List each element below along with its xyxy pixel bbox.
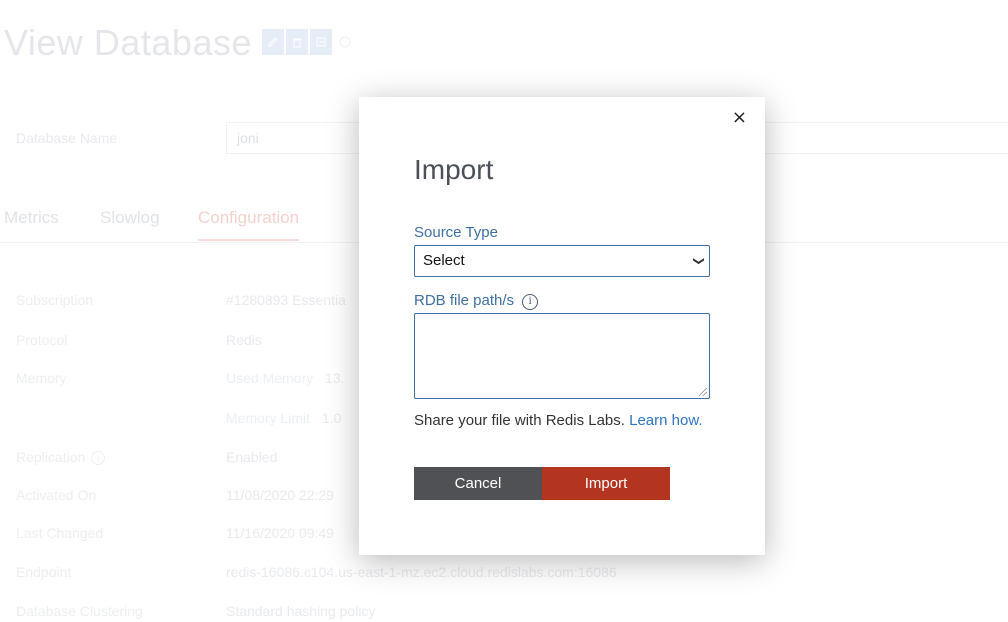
used-memory-row: Used Memory 13. [226, 370, 345, 386]
replication-label-row: Replication i [16, 449, 106, 465]
rdb-label-row: RDB file path/s i [414, 292, 539, 310]
cancel-button[interactable]: Cancel [414, 467, 542, 500]
import-button[interactable]: Import [542, 467, 670, 500]
trash-icon[interactable] [286, 29, 308, 55]
protocol-label: Protocol [16, 332, 68, 348]
source-type-select[interactable]: Select ❮ [414, 245, 710, 277]
import-icon[interactable] [310, 29, 332, 55]
refresh-icon[interactable] [334, 29, 356, 55]
share-text: Share your file with Redis Labs. [414, 412, 625, 429]
info-icon[interactable]: i [91, 451, 106, 465]
database-name-label: Database Name [16, 130, 118, 146]
clustering-value: Standard hashing policy [226, 603, 376, 619]
last-changed-label: Last Changed [16, 525, 104, 541]
activated-on-value: 11/08/2020 22:29 [226, 487, 334, 503]
title-actions [262, 29, 356, 55]
replication-value: Enabled [226, 449, 278, 465]
endpoint-label: Endpoint [16, 564, 72, 580]
replication-label: Replication [16, 449, 86, 465]
info-icon[interactable]: i [522, 294, 539, 310]
used-memory-value: 13. [325, 370, 345, 386]
subscription-value: #1280893 Essentia [226, 292, 346, 308]
tab-metrics[interactable]: Metrics [4, 208, 59, 228]
resize-grip-icon[interactable] [699, 388, 707, 396]
subscription-label: Subscription [16, 292, 94, 308]
used-memory-label: Used Memory [226, 370, 314, 386]
learn-how-link[interactable]: Learn how. [629, 412, 702, 429]
page-title: View Database [4, 22, 252, 63]
share-hint: Share your file with Redis Labs. Learn h… [414, 412, 703, 429]
modal-title: Import [414, 154, 494, 185]
tab-configuration[interactable]: Configuration [198, 208, 300, 241]
rdb-path-textarea[interactable] [414, 313, 710, 399]
protocol-value: Redis [226, 332, 262, 348]
endpoint-value: redis-16086.c104.us-east-1-mz.ec2.cloud.… [226, 564, 617, 580]
memory-limit-label: Memory Limit [226, 410, 311, 426]
tab-slowlog[interactable]: Slowlog [100, 208, 160, 228]
chevron-down-icon: ❮ [691, 256, 705, 266]
rdb-label: RDB file path/s [414, 292, 515, 309]
memory-limit-row: Memory Limit 1.0 [226, 410, 341, 426]
pencil-icon[interactable] [262, 29, 284, 55]
source-type-selected: Select [423, 252, 465, 269]
clustering-label: Database Clustering [16, 603, 143, 619]
import-modal: × Import Source Type Select ❮ RDB file p… [359, 97, 765, 555]
memory-label: Memory [16, 370, 67, 386]
activated-on-label: Activated On [16, 487, 97, 503]
source-type-label: Source Type [414, 224, 498, 241]
last-changed-value: 11/16/2020 09:49 [226, 525, 334, 541]
close-icon[interactable]: × [732, 109, 747, 127]
memory-limit-value: 1.0 [321, 410, 342, 426]
